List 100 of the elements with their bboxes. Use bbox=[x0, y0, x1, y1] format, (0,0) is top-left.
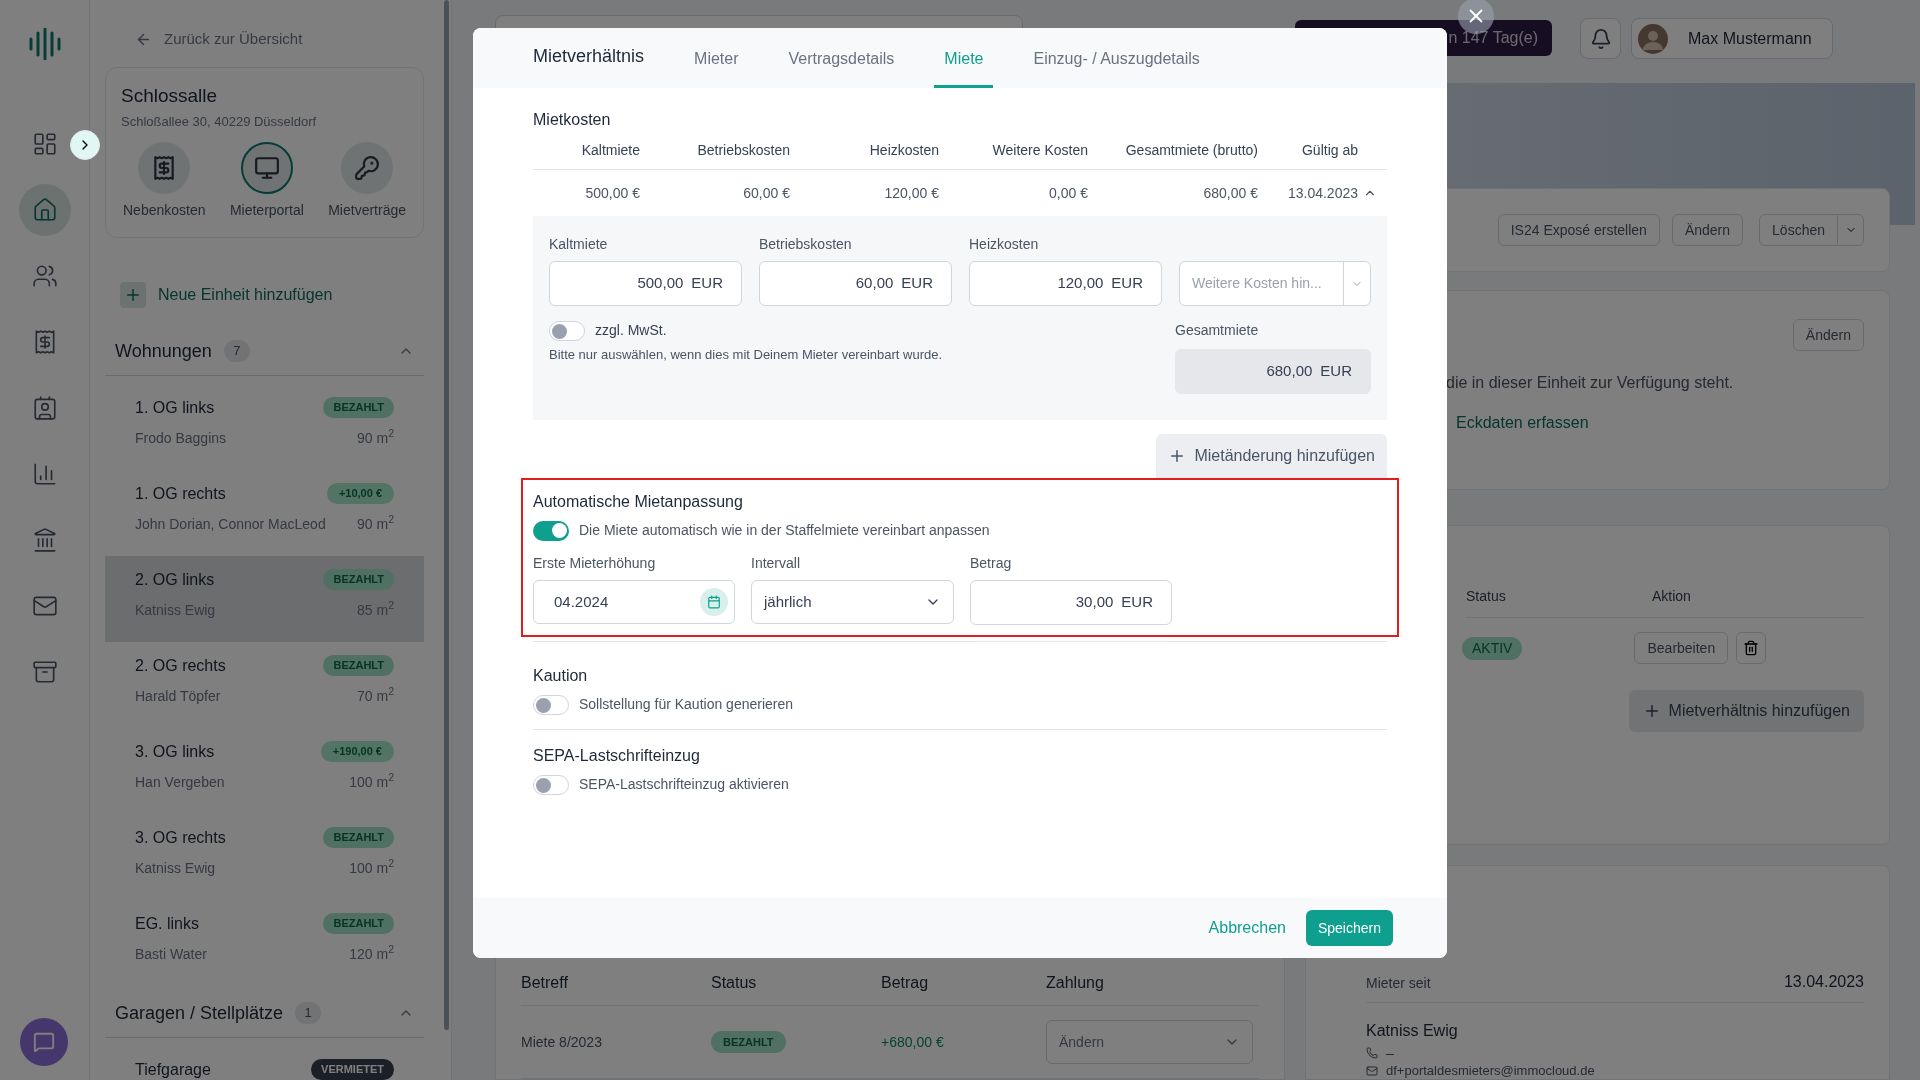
edit-button[interactable]: Ändern bbox=[1792, 319, 1864, 351]
expand-button[interactable] bbox=[70, 130, 100, 160]
expose-button[interactable]: IS24 Exposé erstellen bbox=[1497, 214, 1660, 246]
field-label: Erste Mieterhöhung bbox=[533, 554, 657, 573]
chat-icon bbox=[33, 1031, 55, 1053]
more-costs-select[interactable]: Weitere Kosten hin... bbox=[1179, 261, 1371, 306]
unit-item[interactable]: 2. OG rechts BEZAHLT Harald Töpfer 70 m$^{2}$ bbox=[105, 641, 424, 728]
amount-field[interactable]: 120,00 EUR bbox=[969, 261, 1162, 306]
edit-button[interactable]: Ändern bbox=[1671, 214, 1744, 246]
toggle-switch[interactable] bbox=[533, 520, 569, 541]
unit-area: 100 m$^{2}$ bbox=[349, 857, 394, 879]
unit-name: 3. OG rechts bbox=[135, 827, 226, 848]
save-button[interactable]: Speichern bbox=[1305, 910, 1393, 946]
edit-button[interactable]: Bearbeiten bbox=[1634, 632, 1729, 664]
unit-area: 100 m$^{2}$ bbox=[349, 771, 394, 793]
tenant-name: Han Vergeben bbox=[135, 772, 225, 792]
delete-button[interactable] bbox=[1736, 632, 1767, 664]
tab[interactable]: Vertragsdetails bbox=[778, 47, 905, 88]
amount-field[interactable]: 500,00 EUR bbox=[549, 261, 742, 306]
unit-item[interactable]: Tiefgarage VERMIETET bbox=[105, 1045, 424, 1080]
property-address: Schloßallee 30, 40229 Düsseldorf bbox=[121, 113, 318, 131]
status-badge: AKTIV bbox=[1462, 636, 1523, 660]
total-field[interactable]: 680,00 EUR bbox=[1175, 349, 1371, 394]
column-header: Status bbox=[711, 973, 758, 993]
unit-area: 70 m$^{2}$ bbox=[357, 685, 394, 707]
add-unit-button[interactable]: Neue Einheit hinzufügen bbox=[120, 281, 436, 308]
table-cell-text: 500,00 € bbox=[584, 183, 640, 203]
unit-item[interactable]: 3. OG links +190,00 € Han Vergeben 100 m$^{2}$ bbox=[105, 727, 424, 814]
details-link[interactable]: Eckdaten erfassen bbox=[1456, 411, 1864, 435]
unit-item[interactable]: 3. OG rechts BEZAHLT Katniss Ewig 100 m$^{2}$ bbox=[105, 813, 424, 900]
field-label: Gesamtmiete bbox=[1175, 321, 1260, 340]
chat-button[interactable] bbox=[20, 1018, 68, 1066]
avatar-icon bbox=[1638, 23, 1668, 54]
unit-item[interactable]: 1. OG links BEZAHLT Frodo Baggins 90 m$^{2}$ bbox=[105, 383, 424, 470]
unit-item[interactable]: EG. links BEZAHLT Basti Water 120 m$^{2}$ bbox=[105, 899, 424, 986]
group-title: Wohnungen bbox=[115, 339, 212, 363]
trash-icon bbox=[1743, 640, 1760, 656]
unit-name: EG. links bbox=[135, 913, 199, 934]
toggle-label: Die Miete automatisch wie in der Staffelmiete vereinbart anpassen bbox=[579, 521, 990, 540]
toggle-label: zzgl. MwSt. bbox=[595, 321, 667, 340]
interval-select[interactable]: jährlich bbox=[751, 580, 954, 624]
amount-cell-text: +680,00 € bbox=[881, 1032, 945, 1052]
notification-button[interactable] bbox=[1580, 18, 1621, 59]
payment-select[interactable]: Ändern bbox=[1046, 1020, 1253, 1064]
section-title: Mietkosten bbox=[533, 110, 612, 130]
table-cell-text: Miete 8/2023 bbox=[521, 1032, 603, 1052]
add-rent-change-button[interactable]: Mietänderung hinzufügen bbox=[1156, 434, 1387, 478]
delete-button[interactable]: Löschen bbox=[1759, 214, 1838, 246]
bank-icon bbox=[31, 527, 58, 553]
amount-field[interactable]: 30,00 EUR bbox=[970, 580, 1172, 625]
column-header: Betriebskosten bbox=[696, 141, 790, 160]
status-badge: +10,00 € bbox=[326, 483, 394, 504]
calendar-icon[interactable] bbox=[707, 595, 721, 609]
mail-icon bbox=[1366, 1065, 1378, 1077]
column-header: Zahlung bbox=[1046, 973, 1105, 993]
unit-area: 90 m$^{2}$ bbox=[357, 427, 394, 449]
property-name: Schlossalle bbox=[121, 83, 219, 108]
table-cell-text: 13.04.2023 bbox=[1286, 183, 1358, 203]
status-badge: +190,00 € bbox=[320, 741, 394, 762]
date-field[interactable]: 04.2024 bbox=[533, 580, 735, 624]
cancel-button[interactable]: Abbrechen bbox=[1208, 916, 1286, 940]
table-cell-text: 60,00 € bbox=[742, 183, 790, 203]
count-badge: 7 bbox=[223, 340, 250, 362]
toggle-switch[interactable] bbox=[533, 694, 569, 715]
tenant-name: Frodo Baggins bbox=[135, 428, 227, 448]
field-label: Intervall bbox=[751, 554, 802, 573]
back-link[interactable]: Zurück zur Übersicht bbox=[105, 28, 436, 51]
unit-area: 120 m$^{2}$ bbox=[349, 943, 394, 965]
tab[interactable]: Miete bbox=[934, 47, 994, 88]
unit-item[interactable]: 1. OG rechts +10,00 € John Dorian, Connor MacLeod 90 m$^{2}$ bbox=[105, 469, 424, 556]
status-badge: VERMIETET bbox=[311, 1059, 394, 1080]
tab[interactable]: Mieter bbox=[684, 47, 749, 88]
add-tenancy-button[interactable]: Mietverhältnis hinzufügen bbox=[1628, 690, 1864, 732]
field-label: Betrag bbox=[970, 554, 1013, 573]
field-value: 13.04.2023 bbox=[1783, 972, 1864, 992]
status-badge: BEZAHLT bbox=[711, 1030, 786, 1054]
email-text: df+portaldesmieters@immocloud.de bbox=[1386, 1063, 1595, 1079]
contact-icon bbox=[31, 395, 58, 421]
group-title: Garagen / Stellplätze bbox=[115, 1001, 284, 1025]
toggle-label: SEPA-Lastschrifteinzug aktivieren bbox=[579, 775, 789, 794]
shortcut-button[interactable]: Mietverträge bbox=[328, 141, 406, 221]
table-cell-text: 0,00 € bbox=[1048, 183, 1088, 203]
unit-area: 90 m$^{2}$ bbox=[357, 513, 394, 535]
count-badge: 1 bbox=[295, 1002, 322, 1024]
status-badge: BEZAHLT bbox=[323, 827, 394, 848]
tenant-name: Basti Water bbox=[135, 944, 207, 964]
amount-field[interactable]: 60,00 EUR bbox=[759, 261, 952, 306]
modal-title: Mietverhältnis bbox=[533, 45, 645, 68]
tab[interactable]: Einzug- / Auszugdetails bbox=[1023, 47, 1210, 88]
section-title: Kaution bbox=[533, 667, 588, 684]
table-cell-text: 680,00 € bbox=[1202, 183, 1258, 203]
toggle-switch[interactable] bbox=[533, 774, 569, 795]
phone-icon bbox=[1366, 1047, 1378, 1059]
shortcut-button[interactable]: Nebenkosten bbox=[123, 141, 206, 221]
toggle-label: Sollstellung für Kaution generieren bbox=[579, 695, 794, 714]
toggle-switch[interactable] bbox=[549, 320, 585, 341]
shortcut-button[interactable]: Mieterportal bbox=[229, 141, 304, 221]
status-badge: BEZAHLT bbox=[323, 569, 394, 590]
user-menu-button[interactable]: Max Mustermann bbox=[1631, 18, 1833, 59]
unit-name: 1. OG links bbox=[135, 397, 215, 418]
